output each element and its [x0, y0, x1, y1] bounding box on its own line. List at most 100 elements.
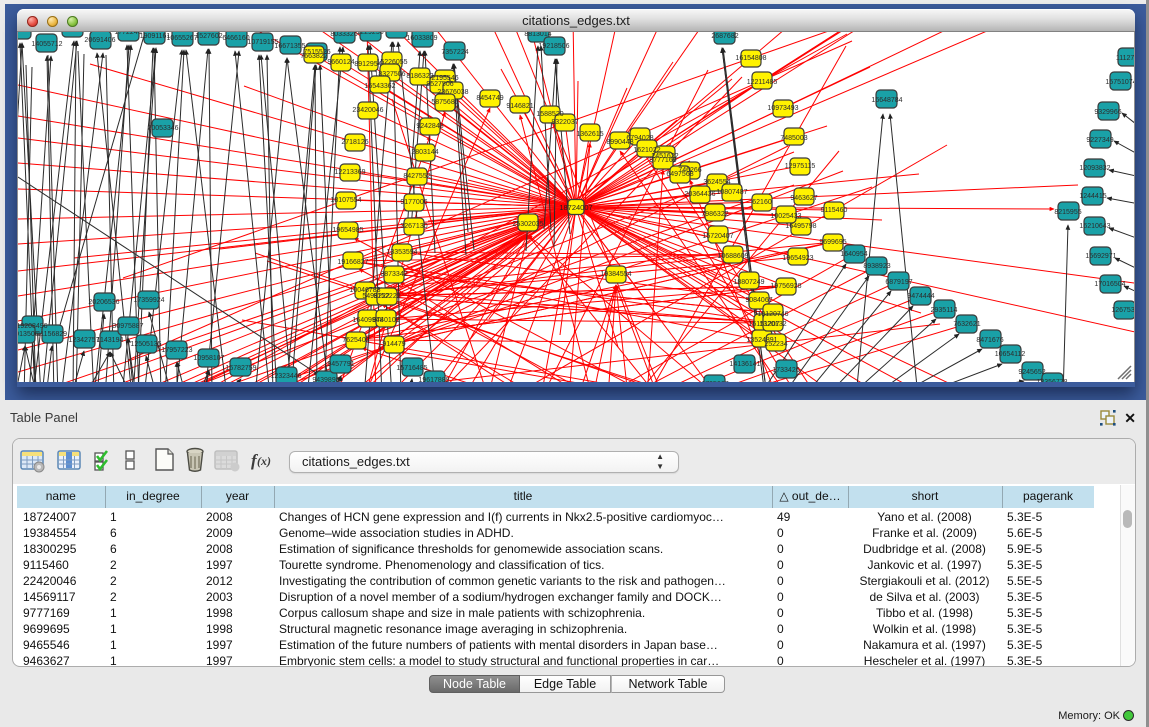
svg-text:23420046: 23420046 [352, 107, 383, 114]
svg-text:23676038: 23676038 [437, 89, 468, 96]
svg-text:9439898: 9439898 [312, 377, 339, 382]
svg-text:(x): (x) [257, 454, 271, 468]
svg-text:1362615: 1362615 [576, 131, 603, 138]
svg-text:19384554: 19384554 [600, 271, 631, 278]
svg-text:7986322: 7986322 [701, 211, 728, 218]
svg-text:16154808: 16154808 [735, 55, 766, 62]
svg-text:9115460: 9115460 [821, 207, 848, 214]
svg-text:19654985: 19654985 [332, 227, 363, 234]
svg-text:11156829: 11156829 [37, 331, 67, 338]
svg-text:9152222: 9152222 [373, 293, 400, 300]
svg-text:16782759: 16782759 [225, 365, 256, 372]
svg-text:1733426: 1733426 [772, 367, 799, 374]
svg-text:9245652: 9245652 [1018, 369, 1045, 376]
svg-text:19218506: 19218506 [538, 43, 569, 50]
svg-text:9463627: 9463627 [790, 195, 817, 202]
svg-text:18107554: 18107554 [330, 197, 361, 204]
svg-text:9146821: 9146821 [506, 103, 533, 110]
svg-text:8215955: 8215955 [1054, 209, 1081, 216]
svg-text:16543362: 16543362 [364, 83, 395, 90]
svg-text:19756928: 19756928 [770, 283, 801, 290]
svg-text:19617889: 19617889 [418, 377, 449, 382]
svg-text:1640954: 1640954 [840, 251, 867, 258]
svg-text:16648784: 16648784 [871, 97, 902, 104]
svg-text:12093832: 12093832 [1079, 165, 1110, 172]
svg-text:1795667: 1795667 [701, 381, 728, 382]
svg-text:12211485: 12211485 [747, 79, 778, 86]
svg-text:11026225: 11026225 [18, 32, 35, 34]
svg-text:10688609: 10688609 [717, 253, 748, 260]
svg-text:15692971: 15692971 [1085, 253, 1116, 260]
svg-text:18807249: 18807249 [733, 279, 764, 286]
svg-text:2718126: 2718126 [341, 139, 368, 146]
svg-text:3267130: 3267130 [400, 223, 427, 230]
svg-text:19208496: 19208496 [18, 323, 48, 330]
svg-text:8938923: 8938923 [863, 263, 890, 270]
svg-text:6497568: 6497568 [666, 171, 693, 178]
svg-text:9777169: 9777169 [649, 157, 676, 164]
svg-text:17957223: 17957223 [161, 347, 192, 354]
svg-text:19120746: 19120746 [757, 311, 788, 318]
svg-text:2687682: 2687682 [711, 33, 738, 40]
svg-text:9699695: 9699695 [819, 239, 846, 246]
svg-text:10655267: 10655267 [166, 35, 197, 42]
svg-text:8186323: 8186323 [406, 73, 433, 80]
svg-text:12975115: 12975115 [785, 163, 816, 170]
svg-text:10958107: 10958107 [193, 355, 224, 362]
svg-text:14136141: 14136141 [729, 361, 760, 368]
svg-text:16033809: 16033809 [406, 35, 437, 42]
svg-text:8873342: 8873342 [380, 271, 407, 278]
svg-text:15720407: 15720407 [702, 233, 733, 240]
svg-text:19654923: 19654923 [782, 255, 813, 262]
svg-text:9474444: 9474444 [907, 293, 934, 300]
svg-text:1772246: 1772246 [114, 32, 141, 36]
svg-text:12213369: 12213369 [334, 169, 365, 176]
svg-text:30975887: 30975887 [112, 323, 143, 330]
svg-text:3624554: 3624554 [703, 179, 730, 186]
svg-text:9227349: 9227349 [1086, 137, 1113, 144]
svg-text:2803144: 2803144 [411, 149, 438, 156]
svg-text:20691406: 20691406 [84, 37, 115, 44]
svg-text:62160: 62160 [752, 199, 772, 206]
svg-text:14055712: 14055712 [31, 41, 62, 48]
svg-text:1588520: 1588520 [536, 111, 563, 118]
svg-text:6466160: 6466160 [222, 35, 249, 42]
svg-text:7625402: 7625402 [342, 337, 369, 344]
svg-text:12323446: 12323446 [270, 373, 301, 380]
svg-text:15751074: 15751074 [1105, 79, 1135, 86]
svg-text:8322037: 8322037 [551, 119, 578, 126]
svg-text:9660124: 9660124 [327, 59, 354, 66]
svg-text:9084067: 9084067 [745, 297, 772, 304]
svg-text:9631262: 9631262 [382, 32, 409, 34]
svg-text:1112748: 1112748 [1116, 55, 1135, 62]
svg-text:7632621: 7632621 [953, 321, 980, 328]
svg-text:25302035: 25302035 [512, 221, 543, 228]
svg-text:1229258: 1229258 [356, 32, 383, 36]
svg-text:9177006: 9177006 [400, 199, 427, 206]
svg-text:20206536: 20206536 [88, 299, 119, 306]
svg-text:7357224: 7357224 [441, 49, 468, 56]
svg-text:17359924: 17359924 [133, 297, 164, 304]
svg-text:914479: 914479 [382, 341, 405, 348]
svg-text:9457791: 9457791 [327, 361, 354, 368]
svg-text:8912954: 8912954 [354, 61, 381, 68]
svg-text:16671355: 16671355 [274, 43, 305, 50]
svg-text:6794028: 6794028 [626, 135, 653, 142]
svg-text:10807487: 10807487 [716, 189, 747, 196]
svg-text:8454749: 8454749 [476, 95, 503, 102]
svg-text:18356778: 18356778 [1036, 379, 1067, 382]
svg-text:8427552: 8427552 [403, 173, 430, 180]
svg-text:8471676: 8471676 [976, 337, 1003, 344]
svg-text:19166827: 19166827 [337, 259, 368, 266]
svg-text:17016504: 17016504 [1094, 281, 1125, 288]
svg-text:1320132: 1320132 [759, 321, 786, 328]
svg-text:8033326: 8033326 [330, 32, 357, 38]
svg-text:8813014: 8813014 [524, 32, 551, 38]
svg-text:18327506: 18327506 [374, 71, 405, 78]
svg-text:1527602: 1527602 [195, 33, 222, 40]
svg-text:1143194: 1143194 [97, 337, 124, 344]
svg-text:16495798: 16495798 [785, 223, 816, 230]
svg-text:16210643: 16210643 [1079, 223, 1110, 230]
svg-text:10025433: 10025433 [770, 213, 801, 220]
svg-text:7485003: 7485003 [780, 135, 807, 142]
